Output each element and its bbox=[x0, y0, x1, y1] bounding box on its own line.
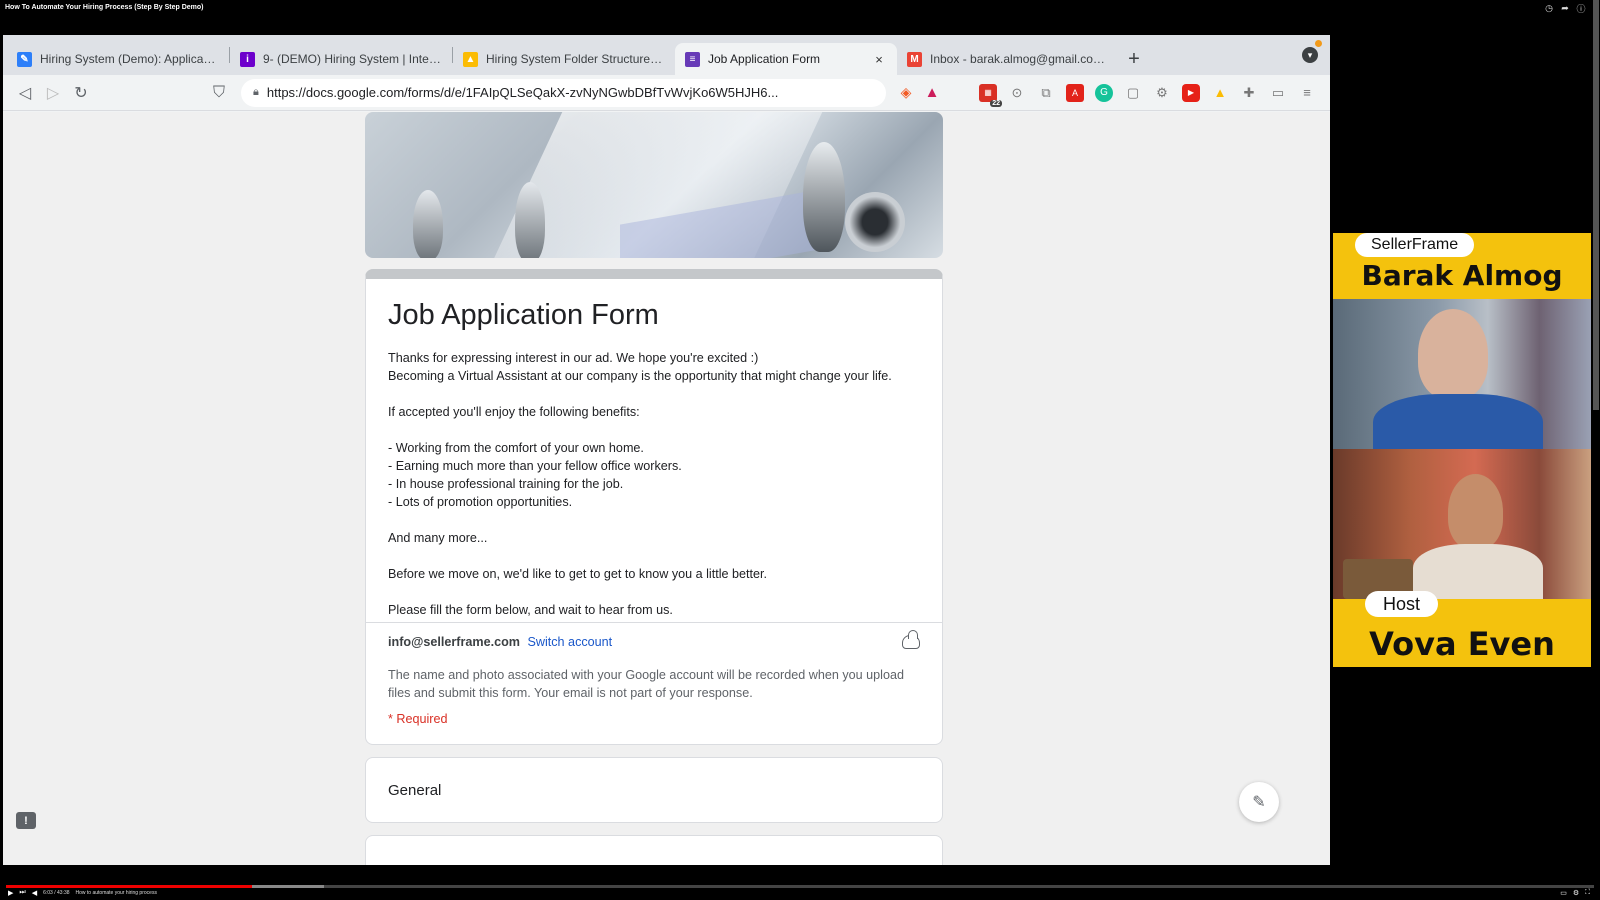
next-question-card bbox=[365, 835, 943, 865]
section-card-general: General bbox=[365, 757, 943, 823]
tab-search-icon[interactable]: ▾ bbox=[1302, 47, 1318, 63]
grammarly-extension-icon[interactable]: G bbox=[1095, 83, 1113, 102]
airtable-icon: ✎ bbox=[17, 51, 32, 67]
forms-icon: ≡ bbox=[685, 51, 700, 67]
section-title: General bbox=[388, 782, 442, 799]
copy-extension-icon[interactable]: ⧉ bbox=[1037, 84, 1055, 102]
info-icon[interactable]: ⓘ bbox=[1576, 3, 1586, 14]
youtube-extension-icon[interactable]: ▶ bbox=[1182, 83, 1200, 102]
player-right-controls: ▭ ⚙ ⛶ bbox=[1560, 889, 1590, 897]
host-label: Host bbox=[1365, 591, 1439, 617]
tab-label: Hiring System Folder Structure - Google … bbox=[486, 52, 665, 66]
camera-extension-icon[interactable]: ⊙ bbox=[1008, 84, 1026, 102]
drive-extension-icon[interactable]: ▲ bbox=[1211, 84, 1229, 102]
next-icon[interactable]: ⏭ bbox=[19, 889, 25, 897]
form-intro-card: Job Application Form Thanks for expressi… bbox=[365, 269, 943, 745]
guest-name: Barak Almog bbox=[1361, 259, 1563, 292]
volume-icon[interactable]: ◀ bbox=[32, 889, 37, 897]
page-scrollbar[interactable] bbox=[1593, 0, 1599, 410]
browser-window: ✎ Hiring System (Demo): Applicants i 9- (DE… bbox=[3, 35, 1330, 865]
video-time: 6:03 / 43:38 bbox=[43, 890, 70, 896]
cloud-save-icon bbox=[902, 630, 920, 649]
captions-icon[interactable]: ▭ bbox=[1560, 889, 1567, 897]
tab-gmail[interactable]: M Inbox - barak.almog@gmail.com - Gmail bbox=[897, 43, 1119, 75]
tab-airtable[interactable]: ✎ Hiring System (Demo): Applicants bbox=[7, 43, 229, 75]
video-title: How To Automate Your Hiring Process (Ste… bbox=[5, 4, 204, 11]
switch-account-link[interactable]: Switch account bbox=[527, 635, 612, 649]
tab-label: Inbox - barak.almog@gmail.com - Gmail bbox=[930, 52, 1109, 66]
screenshot-extension-icon[interactable]: ▢ bbox=[1124, 84, 1142, 102]
form-title: Job Application Form bbox=[388, 299, 659, 331]
account-row: info@sellerframe.com Switch account bbox=[388, 635, 612, 649]
host-name-banner: Host Vova Even bbox=[1333, 591, 1591, 667]
puzzle-extensions-icon[interactable]: ✚ bbox=[1240, 84, 1258, 102]
page-content: Job Application Form Thanks for expressi… bbox=[3, 112, 1330, 865]
settings-icon[interactable]: ⚙ bbox=[1573, 889, 1579, 897]
play-icon[interactable]: ▶ bbox=[8, 889, 13, 897]
host-webcam bbox=[1333, 449, 1591, 599]
address-bar[interactable]: 🔒︎ https://docs.google.com/forms/d/e/1FA… bbox=[241, 78, 886, 107]
tab-drive[interactable]: ▲ Hiring System Folder Structure - Google… bbox=[453, 43, 675, 75]
form-description: Thanks for expressing interest in our ad… bbox=[388, 351, 892, 617]
lock-icon: 🔒︎ bbox=[253, 86, 259, 98]
close-tab-icon[interactable]: × bbox=[871, 52, 887, 67]
clock-icon[interactable]: ◷ bbox=[1544, 3, 1554, 13]
tab-label: Hiring System (Demo): Applicants bbox=[40, 52, 219, 66]
tab-label: Job Application Form bbox=[708, 52, 821, 66]
tab-label: 9- (DEMO) Hiring System | Integromat bbox=[263, 52, 442, 66]
fullscreen-icon[interactable]: ⛶ bbox=[1585, 889, 1590, 897]
brave-rewards-icon[interactable]: ▲ bbox=[922, 83, 942, 103]
guest-name-banner: SellerFrame Barak Almog bbox=[1333, 233, 1591, 299]
tab-info[interactable]: i 9- (DEMO) Hiring System | Integromat bbox=[230, 43, 452, 75]
gmail-icon: M bbox=[907, 51, 922, 67]
wallet-icon[interactable]: ▭ bbox=[1269, 84, 1287, 102]
settings-extension-icon[interactable]: ⚙ bbox=[1153, 84, 1171, 102]
divider bbox=[366, 622, 942, 623]
speaker-overlay: SellerFrame Barak Almog Host Vova Even bbox=[1333, 233, 1591, 667]
video-player-bar: ▶ ⏭ ◀ 6:03 / 43:38 How to automate your … bbox=[0, 882, 1600, 900]
form-header-image bbox=[365, 112, 943, 258]
menu-icon[interactable]: ≡ bbox=[1298, 84, 1316, 102]
guest-webcam bbox=[1333, 299, 1591, 449]
guest-company-label: SellerFrame bbox=[1355, 233, 1475, 257]
account-email: info@sellerframe.com bbox=[388, 635, 520, 649]
browser-toolbar: ◁ ▷ ↻ ⛉ 🔒︎ https://docs.google.com/forms… bbox=[3, 75, 1330, 111]
brave-shields-icon[interactable]: ◈ bbox=[896, 83, 916, 103]
new-tab-button[interactable]: + bbox=[1119, 43, 1149, 75]
back-button[interactable]: ◁ bbox=[11, 79, 39, 107]
extensions-bar: ▦ 22 ⊙ ⧉ A G ▢ ⚙ ▶ ▲ ✚ ▭ ≡ bbox=[979, 83, 1322, 107]
extension-badge: 22 bbox=[990, 99, 1002, 107]
host-name: Vova Even bbox=[1369, 625, 1555, 663]
reload-button[interactable]: ↻ bbox=[67, 79, 95, 107]
required-note: * Required bbox=[388, 712, 448, 726]
player-controls: ▶ ⏭ ◀ 6:03 / 43:38 How to automate your … bbox=[8, 889, 157, 897]
recording-dot-icon bbox=[1315, 40, 1322, 47]
drive-icon: ▲ bbox=[463, 51, 478, 67]
account-note: The name and photo associated with your … bbox=[388, 668, 904, 700]
info-icon: i bbox=[240, 51, 255, 67]
pdf-extension-icon[interactable]: A bbox=[1066, 83, 1084, 102]
url-text: https://docs.google.com/forms/d/e/1FAIpQ… bbox=[266, 85, 779, 100]
video-progress-bar[interactable] bbox=[6, 885, 1594, 888]
feedback-icon[interactable]: ! bbox=[16, 812, 36, 829]
tab-bar: ✎ Hiring System (Demo): Applicants i 9- (DE… bbox=[3, 35, 1330, 75]
video-chapter: How to automate your hiring process bbox=[75, 890, 157, 896]
forward-button[interactable]: ▷ bbox=[39, 79, 67, 107]
bookmark-icon[interactable]: ⛉ bbox=[205, 79, 233, 107]
video-top-controls: ◷ ➦ ⓘ bbox=[1544, 3, 1586, 14]
tab-forms[interactable]: ≡ Job Application Form × bbox=[675, 43, 897, 75]
calendar-extension-icon[interactable]: ▦ 22 bbox=[979, 83, 1002, 107]
progress-played bbox=[6, 885, 253, 888]
share-icon[interactable]: ➦ bbox=[1560, 3, 1570, 13]
edit-pencil-icon[interactable]: ✎ bbox=[1239, 782, 1279, 822]
